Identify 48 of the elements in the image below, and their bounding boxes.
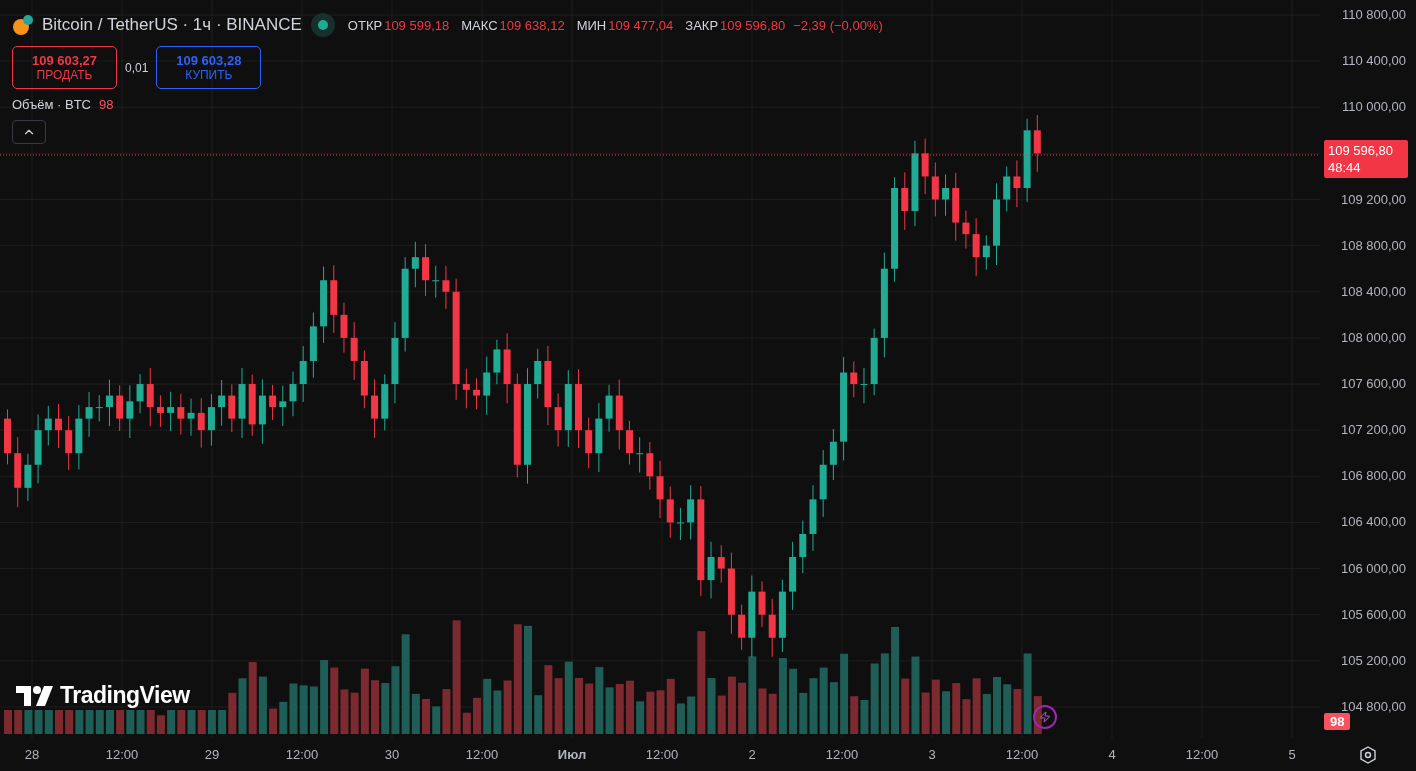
time-label: 28	[23, 747, 41, 762]
time-label: 12:00	[1004, 747, 1040, 762]
buy-button[interactable]: 109 603,28 КУПИТЬ	[156, 46, 262, 89]
watermark-logo-text: TradingView	[60, 682, 190, 709]
ohlc-value: 109 596,80	[720, 17, 786, 33]
time-label: 4	[1107, 747, 1117, 762]
time-label: 12:00	[284, 747, 320, 762]
price-tick: 107 200,00	[1339, 422, 1407, 439]
ohlc-label: ЗАКР	[685, 17, 719, 33]
time-label: 12:00	[644, 747, 680, 762]
time-label: 12:00	[464, 747, 500, 762]
time-label: 30	[383, 747, 401, 762]
time-label: 5	[1287, 747, 1297, 762]
price-tick: 106 000,00	[1339, 560, 1407, 577]
ohlc-label: МИН	[576, 17, 607, 33]
ohlc-value: 109 477,04	[608, 17, 674, 33]
time-label: 12:00	[1184, 747, 1220, 762]
time-label: 3	[927, 747, 937, 762]
volume-label: Объём · BTC	[12, 97, 91, 112]
time-label: 2	[747, 747, 757, 762]
time-label: Июл	[556, 747, 588, 762]
symbol-title: Bitcoin / TetherUS · 1ч · BINANCE	[42, 15, 302, 35]
time-label: 12:00	[104, 747, 140, 762]
price-tick: 108 400,00	[1339, 283, 1407, 300]
price-change: −2,39 (−0,00%)	[793, 17, 883, 33]
price-tick: 107 600,00	[1339, 376, 1407, 392]
price-tick: 110 400,00	[1340, 53, 1407, 70]
price-tick: 106 400,00	[1339, 514, 1407, 531]
price-tick: 106 800,00	[1339, 468, 1407, 485]
volume-value: 98	[99, 97, 114, 112]
price-tick: 110 800,00	[1340, 7, 1407, 23]
last-price-tag: 109 596,80 48:44	[1324, 140, 1408, 179]
ohlc-label: ОТКР	[347, 17, 383, 33]
time-label: 12:00	[824, 747, 860, 762]
price-tick: 109 200,00	[1339, 191, 1407, 208]
time-label: 29	[203, 747, 221, 762]
price-tick: 104 800,00	[1339, 698, 1407, 715]
sell-button[interactable]: 109 603,27 ПРОДАТЬ	[12, 46, 117, 89]
price-tick: 108 000,00	[1339, 329, 1407, 346]
price-tick: 105 200,00	[1339, 652, 1407, 669]
ohlc-value: 109 638,12	[499, 17, 565, 33]
ohlc-label: МАКС	[461, 17, 498, 33]
price-tick: 108 800,00	[1339, 237, 1407, 254]
spread-value: 0,01	[125, 60, 149, 75]
price-tick: 105 600,00	[1339, 606, 1407, 623]
volume-tag: 98	[1324, 713, 1351, 730]
price-tick: 110 000,00	[1340, 99, 1407, 116]
ohlc-value: 109 599,18	[384, 17, 450, 33]
